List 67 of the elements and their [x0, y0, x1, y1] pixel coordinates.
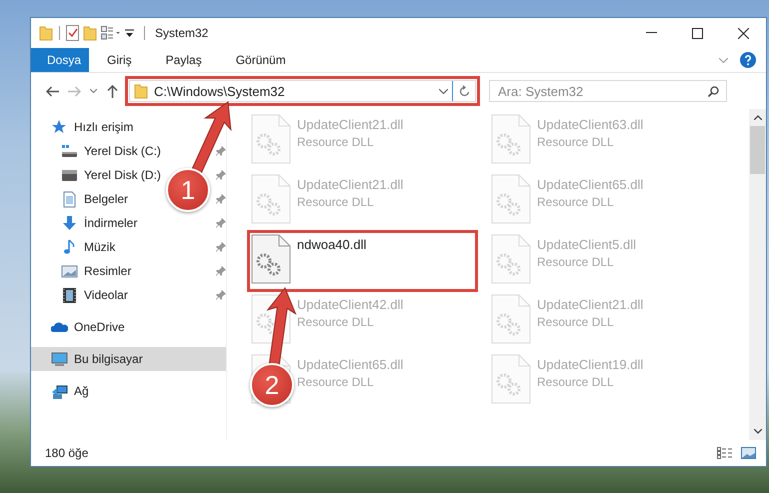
nav-item[interactable]: Resimler: [84, 264, 132, 278]
file-description: Resource DLL: [537, 255, 615, 269]
scroll-up-icon[interactable]: [754, 115, 762, 120]
dll-file-icon: [491, 294, 531, 344]
file-description: Resource DLL: [297, 195, 375, 209]
pictures-icon: [61, 262, 78, 280]
new-folder-icon: [83, 25, 97, 41]
nav-item[interactable]: Videolar: [84, 288, 128, 302]
nav-item[interactable]: Yerel Disk (D:): [84, 168, 161, 182]
ribbon-tab[interactable]: Paylaş: [150, 48, 218, 72]
file-description: Resource DLL: [537, 135, 615, 149]
properties-icon[interactable]: [66, 25, 79, 41]
customize-toolbar-icon[interactable]: [125, 28, 134, 38]
nav-item[interactable]: OneDrive: [74, 320, 125, 334]
folder-icon: [39, 25, 53, 41]
file-description: Resource DLL: [537, 375, 615, 389]
caret-icon: [439, 88, 448, 94]
up-arrow-icon: [106, 84, 118, 98]
nav-item[interactable]: Bu bilgisayar: [31, 347, 226, 371]
maximize-icon: [692, 28, 702, 38]
file-name: ndwoa40.dll: [297, 237, 366, 252]
nav-item[interactable]: Hızlı erişim: [74, 120, 134, 134]
dll-file-icon: [491, 174, 531, 224]
window-title: System32: [155, 26, 208, 40]
nav-item[interactable]: Ağ: [74, 384, 89, 398]
videos-icon: [61, 286, 78, 304]
ribbon-tab[interactable]: Görünüm: [220, 48, 302, 72]
scrollbar-thumb[interactable]: [750, 126, 765, 174]
system-drive-icon: [61, 142, 78, 160]
nav-item[interactable]: Müzik: [84, 240, 116, 254]
file-item[interactable]: ndwoa40.dll: [249, 232, 476, 290]
view-options-icon[interactable]: [101, 26, 121, 40]
file-description: Resource DLL: [537, 195, 615, 209]
scroll-down-icon[interactable]: [754, 429, 762, 434]
minimize-icon: [646, 32, 656, 34]
caret-icon: [90, 89, 96, 93]
dll-file-icon: [251, 174, 291, 224]
file-description: Resource DLL: [297, 315, 375, 329]
file-description: Resource DLL: [297, 135, 375, 149]
address-path: C:\Windows\System32: [154, 84, 286, 98]
back-arrow-icon: [46, 86, 58, 96]
documents-icon: [61, 190, 78, 208]
help-icon[interactable]: [740, 52, 756, 68]
computer-icon: [51, 350, 68, 368]
details-view-icon[interactable]: [717, 447, 733, 459]
dll-file-icon: [491, 114, 531, 164]
ribbon-tab[interactable]: Dosya: [31, 48, 89, 72]
expand-ribbon-icon[interactable]: [719, 58, 728, 62]
dll-file-icon: [251, 114, 291, 164]
nav-item[interactable]: Yerel Disk (C:): [84, 144, 161, 158]
dll-file-icon: [491, 354, 531, 404]
star-icon: [51, 118, 68, 136]
dll-file-icon: [491, 234, 531, 284]
downloads-icon: [61, 214, 78, 232]
large-icons-view-icon[interactable]: [741, 447, 756, 459]
file-description: Resource DLL: [537, 315, 615, 329]
ribbon-tab[interactable]: Giriş: [91, 48, 148, 72]
nav-item[interactable]: Belgeler: [84, 192, 128, 206]
item-count: 180 öğe: [45, 446, 88, 460]
network-icon: [51, 382, 68, 400]
dll-file-icon: [251, 234, 291, 284]
nav-item[interactable]: İndirmeler: [84, 216, 138, 230]
file-description: Resource DLL: [297, 375, 375, 389]
close-icon: [738, 28, 748, 38]
refresh-icon: [458, 85, 470, 97]
forward-arrow-icon: [68, 86, 80, 96]
folder-icon: [134, 83, 148, 99]
